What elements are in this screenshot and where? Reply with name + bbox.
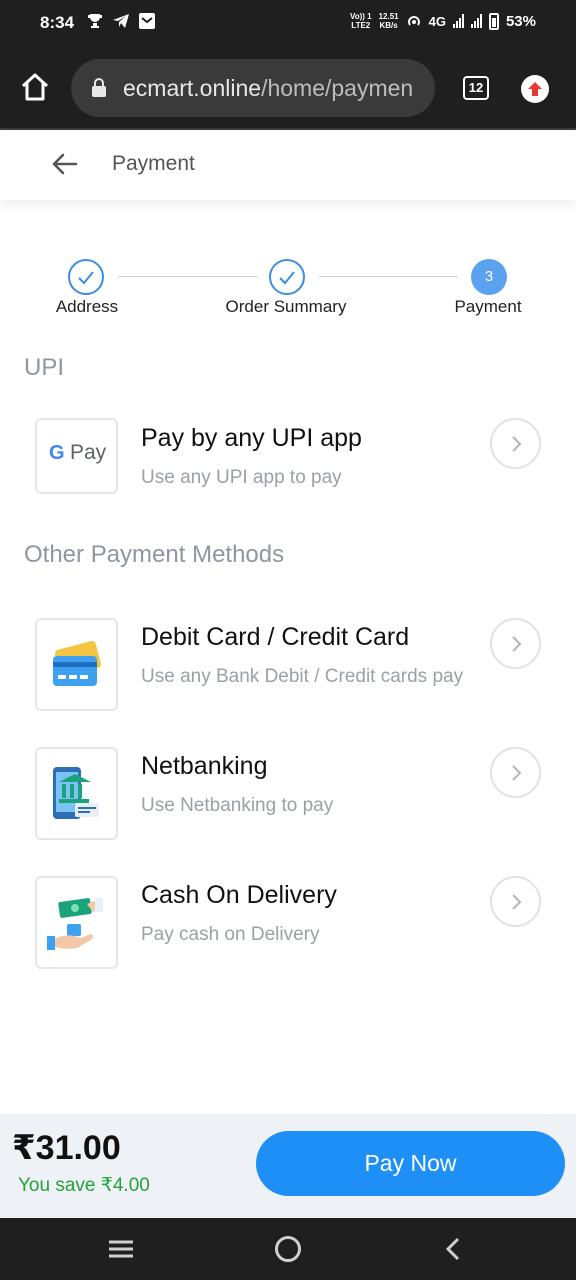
step-payment-label: Payment bbox=[454, 297, 522, 316]
home-circle-icon[interactable] bbox=[275, 1236, 301, 1262]
signal-icon-2 bbox=[470, 14, 482, 28]
chevron-right-icon bbox=[512, 765, 522, 781]
status-bar: 8:34 Vo)) 1 LTE2 12.51 KB/s 4G 53% bbox=[0, 0, 576, 48]
tab-switcher-button[interactable]: 12 bbox=[463, 76, 489, 100]
step-payment-number: 3 bbox=[471, 259, 507, 295]
chevron-right-button[interactable] bbox=[490, 876, 541, 927]
method-subtitle: Pay cash on Delivery bbox=[141, 924, 320, 945]
hotspot-icon bbox=[407, 16, 420, 26]
checkmark-icon bbox=[78, 271, 94, 285]
cash-on-delivery-icon bbox=[35, 876, 118, 969]
chevron-right-button[interactable] bbox=[490, 418, 541, 469]
back-chevron-icon[interactable] bbox=[443, 1236, 463, 1262]
step-order-summary-check bbox=[269, 259, 305, 295]
network-speed: 12.51 KB/s bbox=[378, 12, 399, 30]
total-price: ₹31.00 bbox=[12, 1129, 121, 1167]
step-connector bbox=[118, 276, 258, 277]
step-address-check bbox=[68, 259, 104, 295]
telegram-icon bbox=[113, 14, 129, 28]
home-icon[interactable] bbox=[18, 70, 52, 104]
method-subtitle: Use any Bank Debit / Credit cards pay bbox=[141, 666, 464, 687]
payment-method-cod[interactable]: Cash On Delivery Pay cash on Delivery bbox=[0, 868, 576, 969]
checkout-footer: ₹31.00 You save ₹4.00 Pay Now bbox=[0, 1114, 576, 1218]
menu-icon[interactable] bbox=[107, 1237, 135, 1261]
trophy-icon bbox=[88, 14, 102, 28]
pay-now-button[interactable]: Pay Now bbox=[256, 1131, 565, 1196]
upi-section-title: UPI bbox=[24, 354, 65, 381]
bank-illustration bbox=[53, 767, 99, 819]
method-subtitle: Use Netbanking to pay bbox=[141, 795, 334, 816]
signal-icon bbox=[452, 14, 464, 28]
chevron-right-button[interactable] bbox=[490, 618, 541, 669]
chevron-right-icon bbox=[512, 636, 522, 652]
netbanking-icon bbox=[35, 747, 118, 840]
step-connector bbox=[319, 276, 458, 277]
volte-indicator: Vo)) 1 LTE2 bbox=[349, 12, 372, 30]
savings-text: You save ₹4.00 bbox=[18, 1175, 150, 1196]
payment-method-upi[interactable]: G Pay Pay by any UPI app Use any UPI app… bbox=[0, 410, 576, 510]
checkout-stepper: Address Order Summary 3 Payment bbox=[0, 255, 576, 325]
credit-card-icon bbox=[35, 618, 118, 711]
arrow-up-icon bbox=[528, 82, 542, 96]
method-title: Debit Card / Credit Card bbox=[141, 623, 410, 651]
browser-toolbar: ecmart.online/home/paymen 12 bbox=[0, 48, 576, 130]
payment-method-card[interactable]: Debit Card / Credit Card Use any Bank De… bbox=[0, 610, 576, 711]
chevron-right-button[interactable] bbox=[490, 747, 541, 798]
method-subtitle: Use any UPI app to pay bbox=[141, 467, 342, 488]
network-type: 4G bbox=[428, 13, 446, 29]
mail-icon bbox=[139, 13, 155, 29]
lock-icon bbox=[92, 78, 106, 97]
step-order-summary-label: Order Summary bbox=[225, 297, 347, 316]
chevron-right-icon bbox=[512, 436, 522, 452]
cards-illustration bbox=[53, 640, 102, 686]
update-button[interactable] bbox=[521, 75, 549, 103]
battery-icon bbox=[488, 12, 499, 30]
gpay-pay-text: Pay bbox=[70, 441, 107, 464]
checkmark-icon bbox=[279, 271, 295, 285]
page-header: Payment bbox=[0, 130, 576, 200]
step-address-label: Address bbox=[55, 297, 119, 316]
chevron-right-icon bbox=[512, 894, 522, 910]
system-nav-bar bbox=[0, 1218, 576, 1280]
method-title: Netbanking bbox=[141, 752, 268, 780]
page-title: Payment bbox=[112, 152, 195, 175]
battery-percent: 53% bbox=[505, 12, 536, 30]
gpay-icon: G Pay bbox=[35, 418, 118, 494]
method-title: Pay by any UPI app bbox=[141, 424, 362, 452]
payment-method-netbanking[interactable]: Netbanking Use Netbanking to pay bbox=[0, 739, 576, 840]
method-title: Cash On Delivery bbox=[141, 881, 337, 909]
other-methods-section-title: Other Payment Methods bbox=[24, 541, 285, 568]
address-bar[interactable]: ecmart.online/home/paymen bbox=[71, 59, 435, 117]
gpay-g-letter: G bbox=[49, 442, 65, 464]
status-time: 8:34 bbox=[40, 13, 75, 32]
back-arrow-icon[interactable] bbox=[50, 150, 78, 178]
url-text: ecmart.online/home/paymen bbox=[123, 75, 414, 101]
cash-illustration bbox=[47, 898, 103, 950]
